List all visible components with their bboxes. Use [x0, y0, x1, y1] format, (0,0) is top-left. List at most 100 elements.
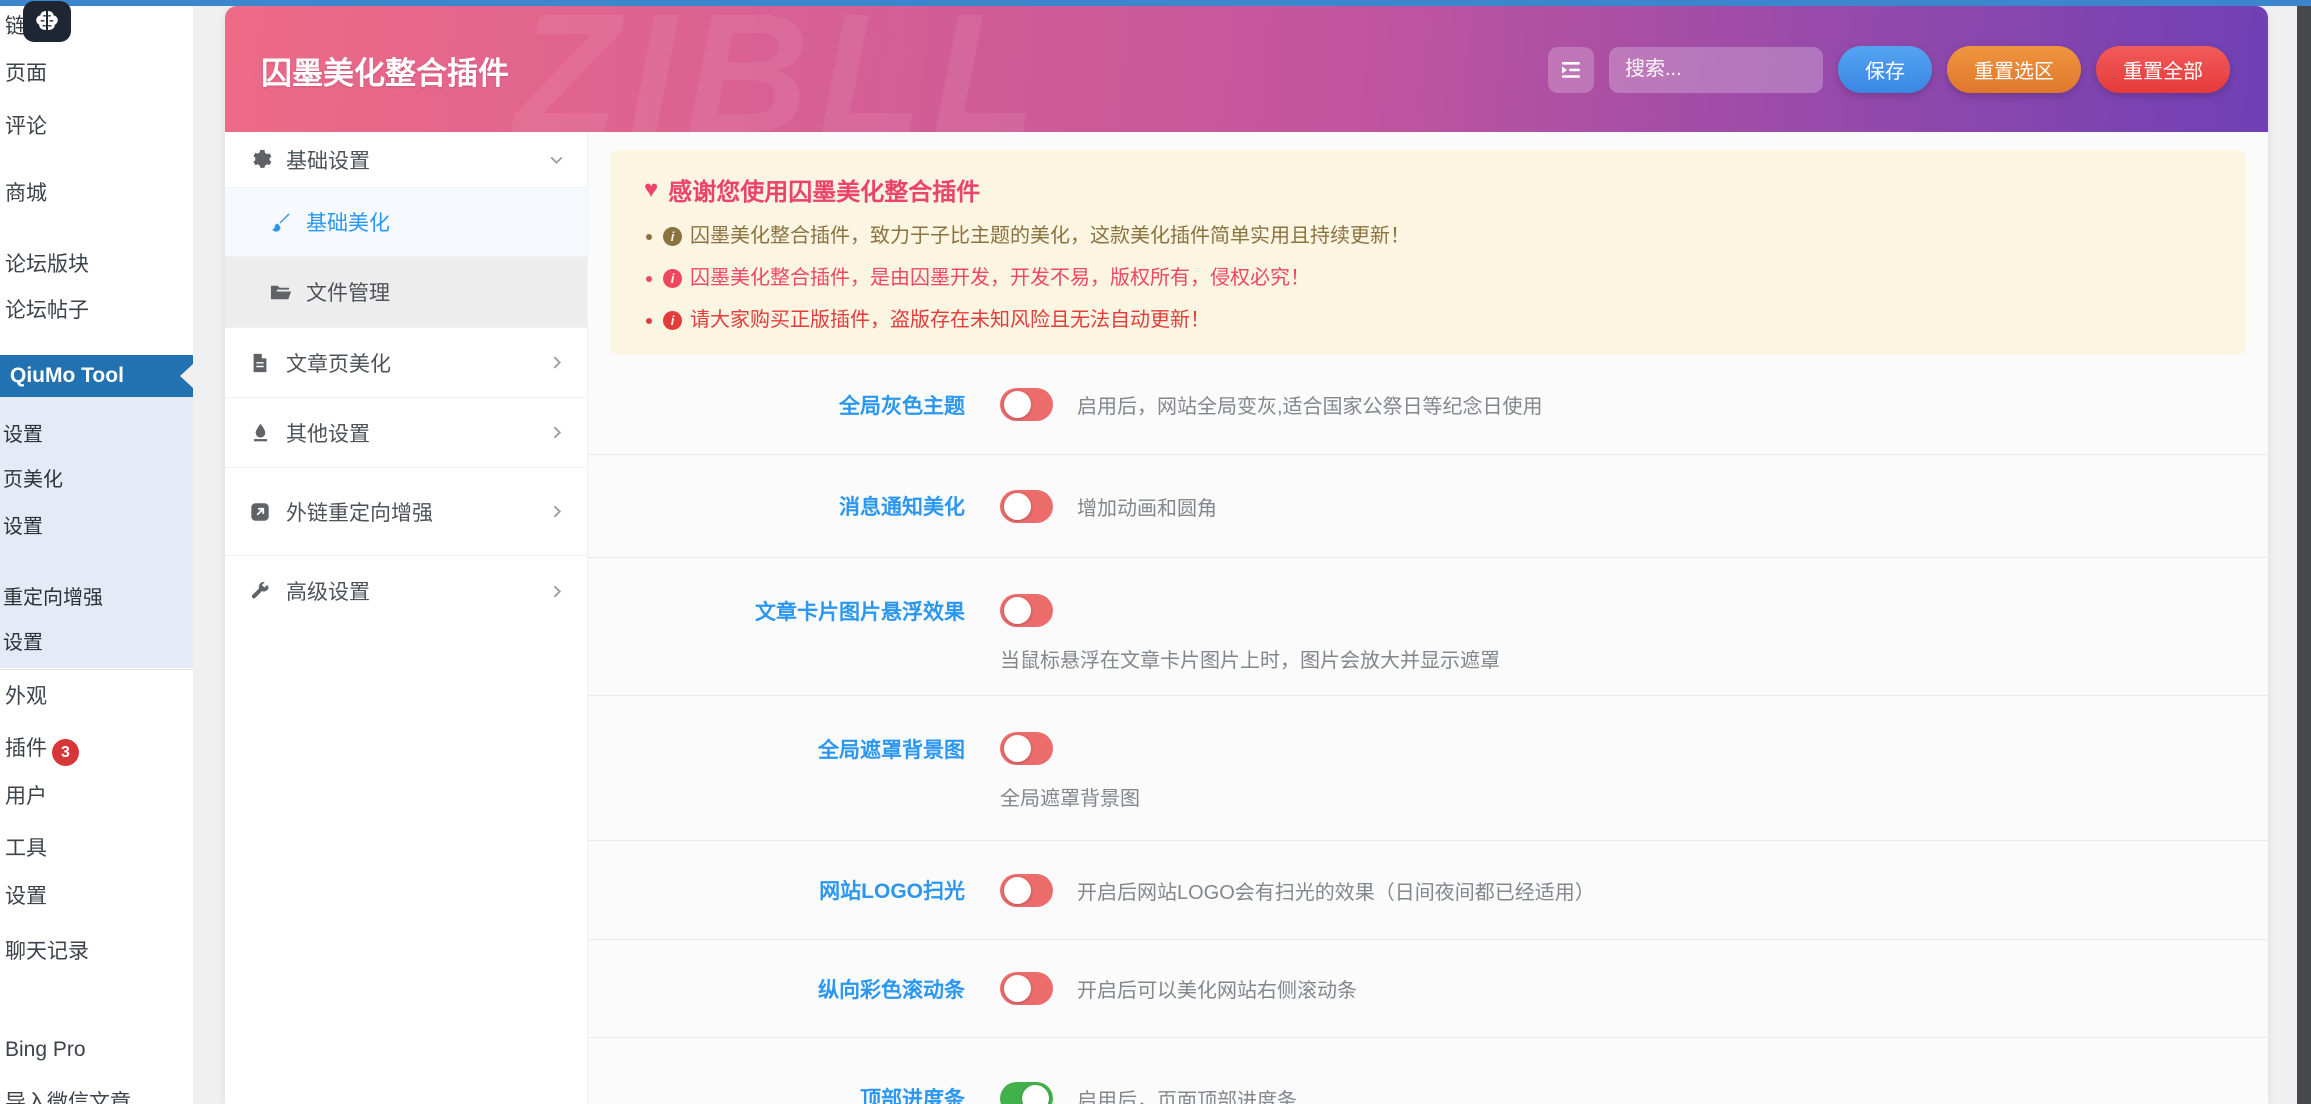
setting-row-logo-shine: 网站LOGO扫光 开启后网站LOGO会有扫光的效果（日间夜间都已经适用） [588, 841, 2268, 940]
sidebar-item-qiumo-tool[interactable]: QiuMo Tool [0, 355, 193, 397]
setting-row-color-scrollbar: 纵向彩色滚动条 开启后可以美化网站右侧滚动条 [588, 940, 2268, 1038]
bullet-dot [646, 234, 652, 240]
bullet-dot [646, 318, 652, 324]
sidebar-item-bing-pro[interactable]: Bing Pro [5, 1038, 86, 1062]
notice-title: ♥ 感谢您使用囚墨美化整合插件 [644, 172, 2212, 207]
nav-item-basic-settings[interactable]: 基础设置 [225, 132, 587, 188]
setting-desc: 启用后，网站全局变灰,适合国家公祭日等纪念日使用 [1077, 390, 1543, 419]
chevron-right-icon [548, 503, 565, 520]
notice-title-text: 感谢您使用囚墨美化整合插件 [668, 172, 980, 207]
sidebar-item-shop[interactable]: 商城 [5, 177, 47, 207]
info-icon: i [663, 227, 682, 246]
reset-section-button[interactable]: 重置选区 [1947, 46, 2081, 93]
settings-rows: 全局灰色主题 启用后，网站全局变灰,适合国家公祭日等纪念日使用 消息通知美化 增… [588, 355, 2268, 1104]
document-icon [248, 351, 272, 375]
setting-row-top-progress: 顶部进度条 启用后，页面顶部进度条 [588, 1038, 2268, 1104]
setting-desc: 启用后，页面顶部进度条 [1077, 1084, 1297, 1104]
header-controls: 保存 重置选区 重置全部 [1548, 46, 2230, 93]
top-accent-bar [0, 0, 2311, 6]
submenu-item-settings-2[interactable]: 设置 [3, 510, 43, 539]
sidebar-item-forum-boards[interactable]: 论坛版块 [5, 248, 89, 278]
setting-row-notify-beautify: 消息通知美化 增加动画和圆角 [588, 455, 2268, 558]
setting-desc: 开启后网站LOGO会有扫光的效果（日间夜间都已经适用） [1077, 876, 1595, 905]
notice-bullet-text: 囚墨美化整合插件，是由囚墨开发，开发不易，版权所有，侵权必究！ [690, 266, 1310, 291]
toggle-knob [1004, 493, 1031, 520]
settings-main: ♥ 感谢您使用囚墨美化整合插件 i 囚墨美化整合插件，致力于子比主题的美化，这款… [588, 132, 2268, 1104]
nav-item-label: 其他设置 [286, 418, 370, 448]
setting-desc: 增加动画和圆角 [1077, 492, 1217, 521]
brand-watermark: ZIBLL [515, 6, 1047, 132]
setting-desc: 当鼠标悬浮在文章卡片图片上时，图片会放大并显示遮罩 [1000, 644, 2248, 673]
toggle-knob [1004, 597, 1031, 624]
submenu-item-beautify[interactable]: 页美化 [3, 463, 63, 492]
heart-icon: ♥ [644, 176, 658, 204]
logo-shine-toggle[interactable] [1000, 874, 1053, 907]
setting-label: 消息通知美化 [588, 491, 965, 521]
setting-label: 全局灰色主题 [588, 390, 965, 420]
top-progress-toggle[interactable] [1000, 1082, 1053, 1104]
notify-beautify-toggle[interactable] [1000, 490, 1053, 523]
gear-icon [248, 148, 272, 172]
sidebar-item-chat-log[interactable]: 聊天记录 [5, 935, 89, 965]
nav-item-basic-beautify[interactable]: 基础美化 [225, 188, 587, 257]
submenu-item-settings-1[interactable]: 设置 [3, 418, 43, 447]
color-scrollbar-toggle[interactable] [1000, 972, 1053, 1005]
sidebar-item-settings[interactable]: 设置 [5, 880, 47, 910]
reset-all-button[interactable]: 重置全部 [2096, 46, 2230, 93]
nav-item-label: 文件管理 [306, 277, 390, 307]
notice-bullet: i 请大家购买正版插件，盗版存在未知风险且无法自动更新！ [644, 308, 2212, 333]
sidebar-item-tools[interactable]: 工具 [5, 832, 47, 862]
chevron-right-icon [548, 583, 565, 600]
sidebar-item-forum-posts[interactable]: 论坛帖子 [5, 294, 89, 324]
nav-item-external-redirect[interactable]: 外链重定向增强 [225, 468, 587, 556]
notice-bullet: i 囚墨美化整合插件，致力于子比主题的美化，这款美化插件简单实用且持续更新！ [644, 224, 2212, 249]
setting-label: 纵向彩色滚动条 [588, 974, 965, 1004]
global-mask-toggle[interactable] [1000, 732, 1053, 765]
notice-bullet: i 囚墨美化整合插件，是由囚墨开发，开发不易，版权所有，侵权必究！ [644, 266, 2212, 291]
outdent-icon [1559, 58, 1583, 82]
sidebar-item-comments[interactable]: 评论 [5, 110, 47, 140]
nav-item-other-settings[interactable]: 其他设置 [225, 398, 587, 468]
external-link-icon [248, 500, 272, 524]
sidebar-item-import-wechat[interactable]: 导入微信文章 [5, 1086, 131, 1104]
setting-label: 顶部进度条 [588, 1083, 965, 1104]
setting-row-global-mask: 全局遮罩背景图 全局遮罩背景图 [588, 696, 2268, 841]
nav-item-label: 基础美化 [306, 207, 390, 237]
sidebar-item-users[interactable]: 用户 [5, 780, 47, 810]
chevron-down-icon [548, 151, 565, 168]
submenu-item-settings-3[interactable]: 设置 [3, 626, 43, 655]
save-button[interactable]: 保存 [1838, 46, 1932, 93]
extension-badge[interactable] [23, 1, 71, 42]
nav-item-label: 高级设置 [286, 576, 370, 606]
setting-row-card-hover: 文章卡片图片悬浮效果 当鼠标悬浮在文章卡片图片上时，图片会放大并显示遮罩 [588, 558, 2268, 696]
gray-theme-toggle[interactable] [1000, 388, 1053, 421]
sidebar-item-plugins[interactable]: 插件 [5, 732, 47, 762]
brush-icon [268, 210, 292, 234]
sidebar-divider [0, 669, 193, 670]
setting-label: 网站LOGO扫光 [588, 875, 965, 905]
card-hover-toggle[interactable] [1000, 594, 1053, 627]
info-icon: i [663, 269, 682, 288]
nav-item-file-manager[interactable]: 文件管理 [225, 257, 587, 328]
nav-item-label: 基础设置 [286, 145, 370, 175]
plugin-update-badge: 3 [52, 739, 79, 766]
page-title: 囚墨美化整合插件 [261, 48, 509, 93]
submenu-item-redirect[interactable]: 重定向增强 [3, 581, 103, 610]
sidebar-item-appearance[interactable]: 外观 [5, 680, 47, 710]
search-input[interactable] [1609, 47, 1823, 93]
window-edge-strip [2297, 0, 2311, 1104]
collapse-menu-button[interactable] [1548, 47, 1594, 93]
nav-item-label: 外链重定向增强 [286, 497, 433, 527]
panel-header: ZIBLL 囚墨美化整合插件 保存 重置选区 重置全部 [225, 6, 2268, 132]
toggle-knob [1004, 735, 1031, 762]
setting-row-gray-theme: 全局灰色主题 启用后，网站全局变灰,适合国家公祭日等纪念日使用 [588, 355, 2268, 455]
settings-nav: 基础设置 基础美化 文件管理 [225, 132, 588, 1104]
ink-drop-icon [248, 421, 272, 445]
sidebar-item-pages[interactable]: 页面 [5, 57, 47, 87]
nav-item-article-page[interactable]: 文章页美化 [225, 328, 587, 398]
notice-bullet-text: 请大家购买正版插件，盗版存在未知风险且无法自动更新！ [690, 308, 1210, 333]
toggle-knob [1004, 877, 1031, 904]
thanks-notice: ♥ 感谢您使用囚墨美化整合插件 i 囚墨美化整合插件，致力于子比主题的美化，这款… [610, 150, 2246, 355]
nav-item-advanced-settings[interactable]: 高级设置 [225, 556, 587, 626]
setting-desc: 全局遮罩背景图 [1000, 782, 2248, 811]
